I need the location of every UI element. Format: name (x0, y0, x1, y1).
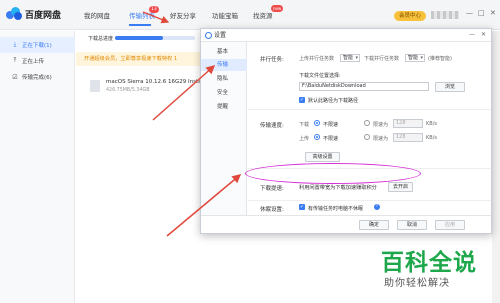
no-sleep-checkbox[interactable]: ✓ (299, 204, 305, 210)
divider (248, 109, 491, 110)
app-name: 百度网盘 (25, 10, 62, 21)
settings-tab-reminder[interactable]: 提醒 (201, 101, 247, 113)
total-progress-label: 下载总进度 (88, 36, 114, 42)
total-progress-bar (115, 36, 195, 40)
download-path-input[interactable]: F:\BaiduNetdiskDownload (299, 82, 429, 91)
file-name: macOS Sierra 10.12.6 16G29 Install (106, 79, 205, 85)
download-limited-label: 限速为 (373, 122, 389, 128)
nav-toolbox[interactable]: 功能宝箱 (212, 10, 238, 20)
accel-description: 利用闲置带宽为下载加速赚取积分 (299, 185, 377, 191)
cancel-button[interactable]: 取消 (397, 220, 427, 230)
ok-button[interactable]: 确定 (359, 220, 389, 230)
info-icon[interactable]: ? (374, 204, 380, 210)
browse-button[interactable]: 浏览 (435, 82, 465, 92)
sidebar-item-completed[interactable]: ☑ 传输完成(6) (0, 69, 75, 85)
nav-friend-share[interactable]: 好友分享 (170, 10, 196, 20)
app-logo: 百度网盘 (6, 7, 61, 21)
accel-label: 下载提速: (260, 186, 284, 192)
nav-find-resources[interactable]: 找资源 (253, 10, 273, 20)
maximize-icon[interactable]: □ (478, 9, 485, 17)
parallel-label: 并行任务: (260, 57, 284, 63)
parallel-hint: (推荐智能) (428, 56, 452, 62)
download-unit: KB/s (426, 121, 437, 127)
upload-speed-label: 上传 (299, 136, 310, 142)
upload-unit: KB/s (426, 135, 437, 141)
settings-body: 并行任务: 上传并行任务数 智能 下载并行任务数 智能 (推荐智能) 下载文件位… (248, 42, 491, 215)
apply-button[interactable]: 应用 (435, 220, 465, 230)
watermark-subtitle: 助你轻松解决 (384, 278, 450, 289)
gear-icon (205, 32, 212, 39)
advanced-settings-button[interactable]: 高级设置 (305, 152, 340, 162)
new-badge: new (271, 5, 284, 12)
sidebar-item-label: 正在下载(1) (22, 43, 52, 49)
settings-nav: 基本 传输 隐私 安全 提醒 (201, 42, 247, 215)
list-scroll-edge (492, 31, 500, 303)
upload-unlimited-label: 不限速 (323, 136, 339, 142)
settings-tab-security[interactable]: 安全 (201, 87, 247, 99)
settings-tab-privacy[interactable]: 隐私 (201, 73, 247, 85)
download-unlimited-radio[interactable] (314, 120, 320, 126)
file-size: 426.75MB/5.34GB (106, 88, 150, 93)
location-label: 下载文件位置选择: (299, 73, 341, 79)
upload-limit-input[interactable]: 128 (393, 133, 423, 142)
promo-text: 开通超级会员，立即尊享极速下载特权 1 (84, 56, 178, 62)
sidebar-item-label: 正在上传 (22, 59, 45, 65)
nav-my-disk[interactable]: 我的网盘 (84, 10, 110, 20)
top-bar: 百度网盘 我的网盘 传输列表 13 好友分享 功能宝箱 找资源 new 会员中心… (0, 0, 500, 30)
watermark-title: 百科全说 (381, 250, 477, 276)
close-icon[interactable]: ✕ (490, 9, 496, 17)
file-icon (90, 80, 100, 92)
sidebar-item-uploading[interactable]: ⤒ 正在上传 (0, 53, 75, 69)
download-parallel-label: 下载并行任务数 (364, 56, 400, 62)
vip-promo-banner[interactable]: 开通超级会员，立即尊享极速下载特权 1 (76, 52, 200, 66)
transfer-sidebar: ⤓ 正在下载(1) ⤒ 正在上传 ☑ 传输完成(6) (0, 31, 75, 303)
speed-label: 传输速度: (260, 123, 284, 129)
upload-limited-radio[interactable] (364, 134, 370, 140)
divider (248, 200, 491, 201)
dialog-footer: 确定 取消 应用 (201, 215, 491, 233)
check-icon: ☑ (12, 73, 18, 81)
dialog-close-icon[interactable]: ✕ (481, 31, 486, 38)
total-progress-fill (115, 36, 163, 40)
default-path-label: 默认此路径为下载路径 (308, 98, 359, 104)
upload-limited-label: 限速为 (373, 136, 389, 142)
user-avatar[interactable] (431, 11, 459, 19)
upload-parallel-select[interactable]: 智能 (340, 54, 360, 62)
download-limited-radio[interactable] (364, 120, 370, 126)
sidebar-item-label: 传输完成(6) (22, 75, 52, 81)
download-speed-label: 下载 (299, 122, 310, 128)
enable-accel-button[interactable]: 去开启 (388, 182, 413, 192)
download-parallel-select[interactable]: 智能 (405, 54, 425, 62)
dialog-minimize-icon[interactable]: — (469, 31, 475, 38)
settings-tab-basic[interactable]: 基本 (201, 46, 247, 58)
sidebar-item-downloading[interactable]: ⤓ 正在下载(1) (0, 37, 75, 53)
settings-dialog: 设置 — ✕ 基本 传输 隐私 安全 提醒 并行任务: 上传并行任务数 智能 下… (200, 28, 492, 234)
download-unlimited-label: 不限速 (323, 122, 339, 128)
highlight-ellipse (245, 163, 421, 184)
active-tab-indicator (129, 24, 151, 26)
upload-unlimited-radio[interactable] (314, 134, 320, 140)
download-icon: ⤓ (13, 41, 17, 48)
default-path-checkbox[interactable]: ✓ (299, 97, 305, 103)
minimize-icon[interactable]: — (466, 9, 473, 17)
vip-center-button[interactable]: 会员中心 (394, 11, 426, 21)
list-item[interactable]: macOS Sierra 10.12.6 16G29 Install 426.7… (76, 75, 205, 97)
dialog-title-bar: 设置 (201, 29, 491, 42)
upload-parallel-label: 上传并行任务数 (299, 56, 335, 62)
settings-tab-transfer[interactable]: 传输 (201, 59, 247, 71)
transfer-count-badge: 13 (149, 6, 159, 13)
no-sleep-label: 有传输任务时电脑不休眠 (308, 206, 364, 212)
dialog-title: 设置 (214, 32, 227, 39)
cloud-logo-icon (6, 7, 22, 21)
sleep-label: 休眠设置: (260, 207, 284, 213)
download-limit-input[interactable]: 128 (393, 119, 423, 128)
upload-icon: ⤒ (13, 57, 17, 64)
